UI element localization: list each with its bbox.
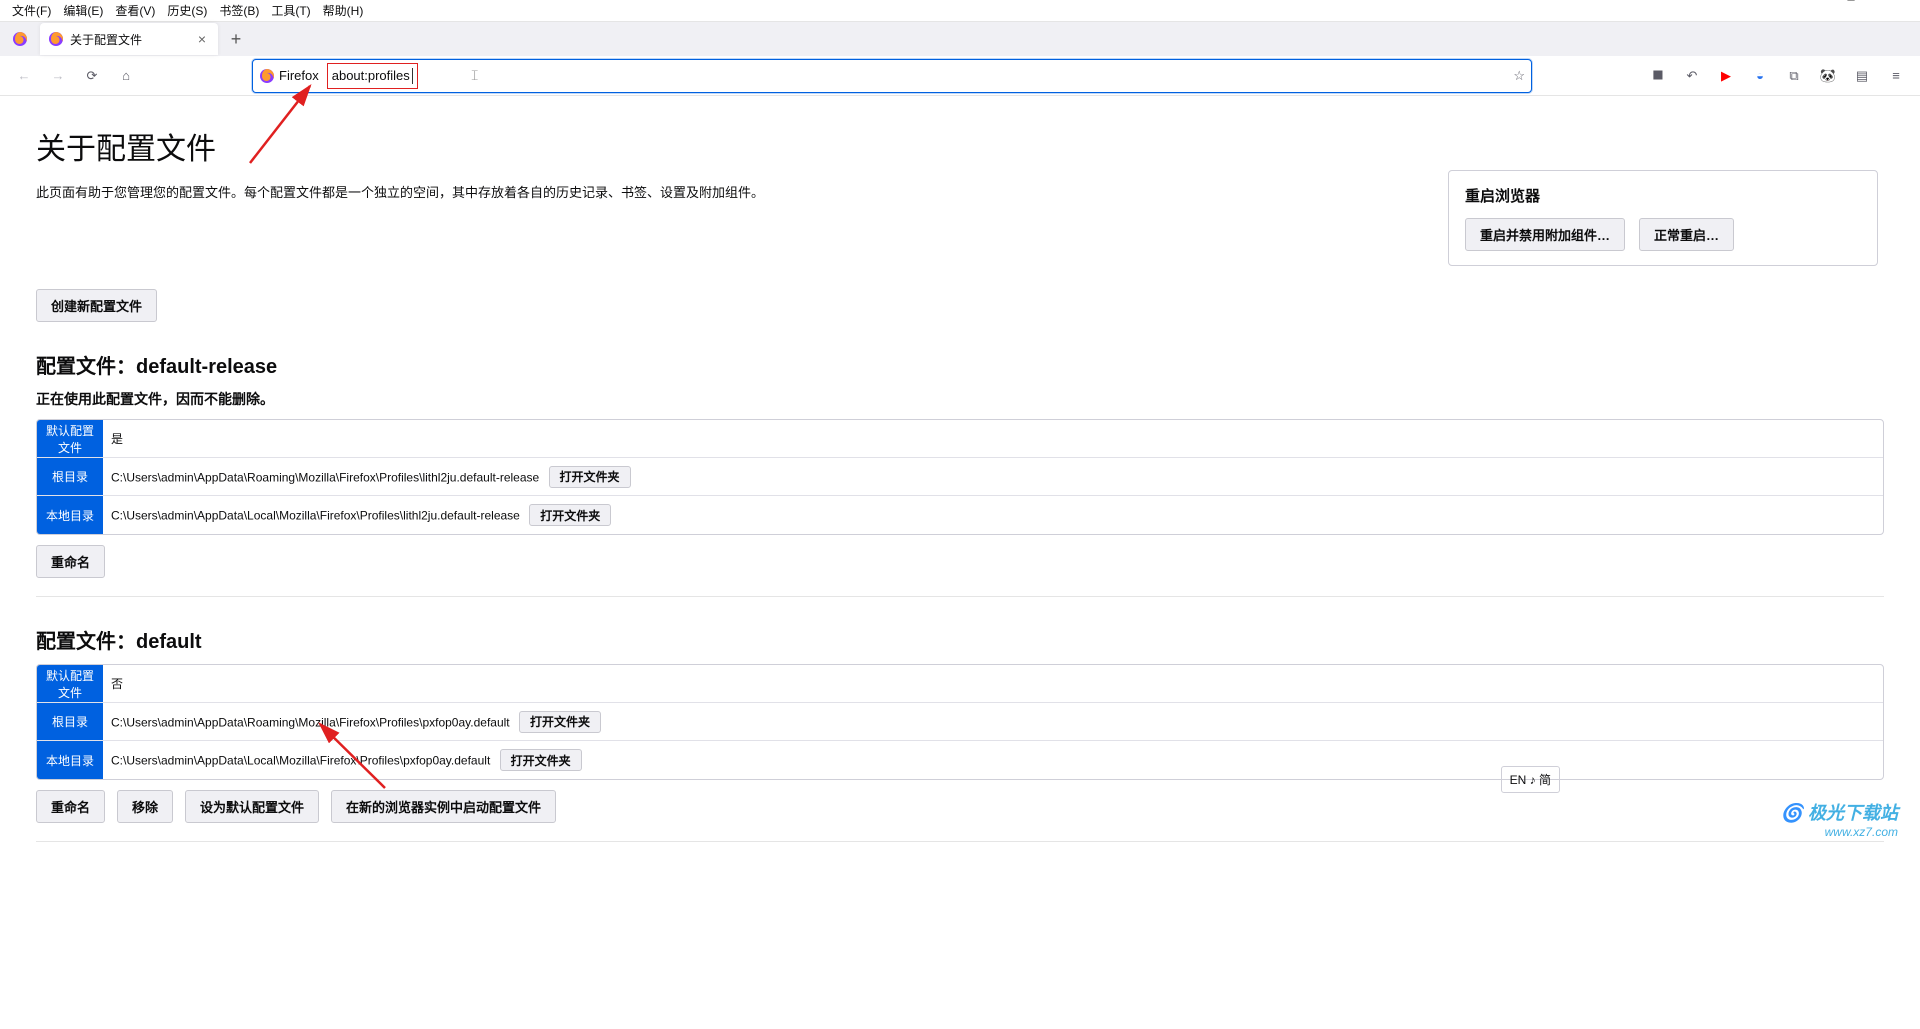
profile1-table: 默认配置文件 是 根目录 C:\Users\admin\AppData\Roam… <box>36 419 1884 535</box>
url-text: about:profiles <box>332 68 410 83</box>
close-window-button[interactable]: ✕ <box>1874 0 1920 12</box>
ime-indicator[interactable]: EN ♪ 简 <box>1501 766 1560 793</box>
profile2-open-local-button[interactable]: 打开文件夹 <box>500 749 582 771</box>
create-profile-button[interactable]: 创建新配置文件 <box>36 289 157 322</box>
menu-help[interactable]: 帮助(H) <box>317 0 370 21</box>
restart-title: 重启浏览器 <box>1465 185 1861 206</box>
tab-close-button[interactable]: × <box>194 31 210 47</box>
window-controls: — ▢ ✕ <box>1782 0 1920 12</box>
url-highlight-annotation: about:profiles <box>327 63 418 89</box>
divider <box>36 596 1884 597</box>
reload-button[interactable]: ⟳ <box>76 60 108 92</box>
watermark-url: www.xz7.com <box>1781 825 1898 839</box>
new-tab-button[interactable]: + <box>222 25 250 53</box>
identity-badge: Firefox <box>259 68 319 84</box>
profile1-default-label: 默认配置文件 <box>37 420 103 458</box>
browser-tab[interactable]: 关于配置文件 × <box>40 23 218 55</box>
profile2-rename-button[interactable]: 重命名 <box>36 790 105 823</box>
menubar: 文件(F) 编辑(E) 查看(V) 历史(S) 书签(B) 工具(T) 帮助(H… <box>0 0 1920 22</box>
sidebar-icon[interactable]: ▤ <box>1846 60 1878 92</box>
tab-bar: 关于配置文件 × + <box>0 22 1920 56</box>
text-cursor <box>412 68 413 84</box>
menu-history[interactable]: 历史(S) <box>161 0 213 21</box>
watermark: 🌀 极光下载站 www.xz7.com <box>1781 803 1898 839</box>
screenshot-icon[interactable]: ⯀ <box>1642 60 1674 92</box>
panda-icon[interactable]: 🐼 <box>1812 60 1844 92</box>
text-caret-icon: 𝙸 <box>470 67 480 84</box>
profile2-local-label: 本地目录 <box>37 741 103 779</box>
profile2-set-default-button[interactable]: 设为默认配置文件 <box>185 790 319 823</box>
identity-label: Firefox <box>279 68 319 83</box>
profile1-in-use-note: 正在使用此配置文件，因而不能删除。 <box>36 389 1884 409</box>
profile2-root-path: C:\Users\admin\AppData\Roaming\Mozilla\F… <box>111 715 510 729</box>
profile2-open-root-button[interactable]: 打开文件夹 <box>519 711 601 733</box>
profile1-rename-button[interactable]: 重命名 <box>36 545 105 578</box>
divider <box>36 841 1884 842</box>
profile1-root-label: 根目录 <box>37 458 103 496</box>
profile1-local-label: 本地目录 <box>37 496 103 534</box>
profile2-launch-button[interactable]: 在新的浏览器实例中启动配置文件 <box>331 790 556 823</box>
menu-tools[interactable]: 工具(T) <box>265 0 316 21</box>
baidu-icon[interactable]: ◒ <box>1744 60 1776 92</box>
page-title: 关于配置文件 <box>36 124 1884 168</box>
profile1-open-local-button[interactable]: 打开文件夹 <box>529 504 611 526</box>
menu-view[interactable]: 查看(V) <box>109 0 161 21</box>
toolbar: ← → ⟳ ⌂ Firefox about:profiles 𝙸 ☆ ⯀ ↶ ▶… <box>0 56 1920 96</box>
profile2-default-label: 默认配置文件 <box>37 665 103 703</box>
back-button[interactable]: ← <box>8 60 40 92</box>
extension-icon[interactable]: ⧉ <box>1778 60 1810 92</box>
profile2-default-value: 否 <box>103 665 1883 703</box>
app-menu-button[interactable]: ≡ <box>1880 60 1912 92</box>
restart-normal-button[interactable]: 正常重启… <box>1639 218 1734 251</box>
forward-button[interactable]: → <box>42 60 74 92</box>
profile2-remove-button[interactable]: 移除 <box>117 790 173 823</box>
menu-file[interactable]: 文件(F) <box>6 0 57 21</box>
profile1-local-path: C:\Users\admin\AppData\Local\Mozilla\Fir… <box>111 509 520 523</box>
profile1-default-value: 是 <box>103 420 1883 458</box>
profile2-table: 默认配置文件 否 根目录 C:\Users\admin\AppData\Roam… <box>36 664 1884 780</box>
profile1-open-root-button[interactable]: 打开文件夹 <box>549 466 631 488</box>
maximize-button[interactable]: ▢ <box>1828 0 1874 12</box>
menu-edit[interactable]: 编辑(E) <box>57 0 109 21</box>
tab-favicon <box>48 31 64 47</box>
profile2-local-path: C:\Users\admin\AppData\Local\Mozilla\Fir… <box>111 754 490 768</box>
minimize-button[interactable]: — <box>1782 0 1828 12</box>
page-content: 关于配置文件 此页面有助于您管理您的配置文件。每个配置文件都是一个独立的空间，其… <box>0 96 1920 1029</box>
restart-browser-panel: 重启浏览器 重启并禁用附加组件… 正常重启… <box>1448 170 1878 266</box>
profile1-root-path: C:\Users\admin\AppData\Roaming\Mozilla\F… <box>111 470 539 484</box>
youtube-icon[interactable]: ▶ <box>1710 60 1742 92</box>
watermark-name: 极光下载站 <box>1808 803 1898 823</box>
restart-disable-addons-button[interactable]: 重启并禁用附加组件… <box>1465 218 1625 251</box>
pinned-firefox-icon[interactable] <box>4 25 36 53</box>
profile1-heading: 配置文件：default-release <box>36 350 1884 379</box>
home-button[interactable]: ⌂ <box>110 60 142 92</box>
undo-icon[interactable]: ↶ <box>1676 60 1708 92</box>
profile2-root-label: 根目录 <box>37 703 103 741</box>
bookmark-star-icon[interactable]: ☆ <box>1513 68 1525 84</box>
tab-title: 关于配置文件 <box>70 31 188 48</box>
menu-bookmarks[interactable]: 书签(B) <box>213 0 265 21</box>
profile2-heading: 配置文件：default <box>36 625 1884 654</box>
url-bar[interactable]: Firefox about:profiles 𝙸 ☆ <box>252 59 1532 93</box>
